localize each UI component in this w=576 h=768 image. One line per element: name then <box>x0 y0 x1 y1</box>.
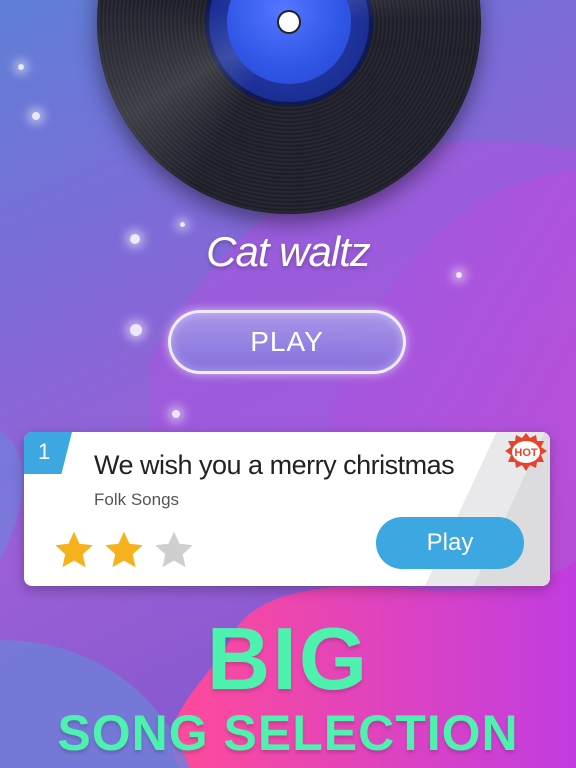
hot-badge-text: HOT <box>514 447 538 459</box>
promo-headline: BIG <box>206 609 370 708</box>
song-category: Folk Songs <box>94 490 180 509</box>
play-button-label: PLAY <box>250 326 324 357</box>
song-rank-badge: 1 <box>24 432 72 474</box>
star-empty-icon <box>155 531 193 568</box>
now-playing-song-title: Cat waltz <box>206 228 371 275</box>
star-filled-icon <box>55 531 93 568</box>
sparkle <box>32 112 40 120</box>
sparkle <box>172 410 180 418</box>
sparkle <box>18 64 24 70</box>
play-button[interactable]: PLAY <box>168 310 406 374</box>
sparkle <box>180 222 185 227</box>
song-title: We wish you a merry christmas <box>94 450 455 480</box>
promo-subheadline: SONG SELECTION <box>57 705 519 761</box>
song-play-button[interactable]: Play <box>376 517 524 569</box>
star-filled-icon <box>105 531 143 568</box>
hot-badge-icon: HOT <box>505 433 547 471</box>
sparkle <box>130 324 142 336</box>
star-rating <box>52 528 196 572</box>
record-spindle-hole <box>279 12 299 32</box>
